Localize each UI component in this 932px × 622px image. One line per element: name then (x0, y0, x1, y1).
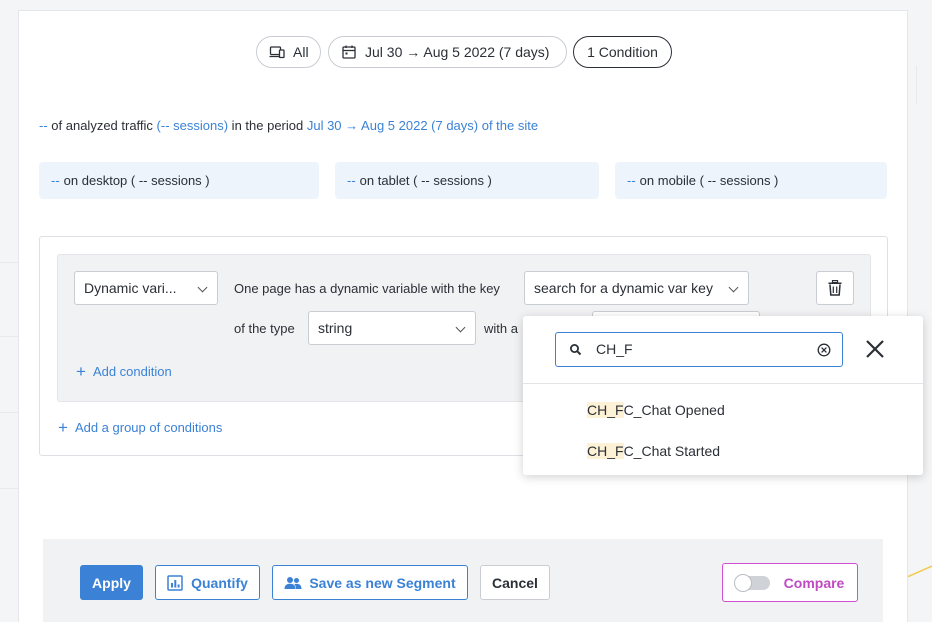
dropdown-divider (523, 383, 923, 384)
quantify-label: Quantify (191, 574, 248, 591)
delete-condition-button[interactable] (816, 271, 854, 305)
mobile-breakdown: -- on mobile ( -- sessions ) (615, 162, 887, 199)
calendar-icon (341, 44, 357, 60)
search-icon (570, 344, 582, 356)
dropdown-search-field[interactable] (555, 332, 843, 367)
background-divider (0, 412, 18, 413)
tablet-value: -- (347, 173, 356, 188)
device-filter-pill[interactable]: All (256, 36, 321, 68)
dropdown-search-input[interactable] (596, 341, 796, 357)
option-match-highlight: CH_F (587, 443, 624, 459)
background-divider (0, 488, 18, 489)
background-divider (0, 336, 18, 337)
plus-icon: + (58, 418, 68, 437)
value-type-select[interactable]: string (308, 311, 476, 345)
tablet-breakdown: -- on tablet ( -- sessions ) (335, 162, 599, 199)
chevron-down-icon (455, 322, 466, 333)
add-condition-label: Add condition (92, 364, 172, 379)
value-type-value: string (318, 320, 353, 336)
apply-button[interactable]: Apply (80, 565, 143, 600)
clear-search-icon[interactable] (817, 343, 831, 357)
traffic-summary: -- of analyzed traffic (-- sessions) in … (39, 118, 538, 133)
apply-label: Apply (92, 574, 131, 591)
action-footer: Apply Quantify Save as new Segment Cance… (43, 539, 883, 622)
add-condition-link[interactable]: + Add condition (76, 363, 172, 380)
compare-label: Compare (783, 574, 845, 591)
condition-type-select[interactable]: Dynamic vari... (74, 271, 218, 305)
devices-icon (269, 44, 285, 60)
condition-sentence: One page has a dynamic variable with the… (234, 281, 500, 296)
background-divider (916, 66, 917, 104)
option-label-rest: C_Chat Opened (623, 402, 725, 418)
background-chart-line (905, 565, 932, 579)
add-group-link[interactable]: + Add a group of conditions (58, 419, 222, 436)
condition-filter-label: 1 Condition (587, 44, 658, 60)
dropdown-option[interactable]: CH_FC_Chat Started (587, 443, 720, 459)
compare-button[interactable]: Compare (722, 563, 858, 602)
summary-text: of analyzed traffic (47, 118, 157, 133)
condition-filter-pill[interactable]: 1 Condition (573, 36, 672, 68)
device-filter-label: All (293, 44, 309, 60)
toggle-knob (733, 573, 752, 592)
option-match-highlight: CH_F (587, 402, 624, 418)
tablet-text: on tablet ( -- sessions ) (359, 173, 492, 188)
dynamic-var-key-dropdown: CH_FC_Chat Opened CH_FC_Chat Started (523, 316, 923, 475)
date-filter-pill[interactable]: Jul 30 → Aug 5 2022 (7 days) (328, 36, 567, 68)
date-filter-label: Jul 30 → Aug 5 2022 (7 days) (365, 44, 550, 60)
option-label-rest: C_Chat Started (623, 443, 721, 459)
cancel-label: Cancel (492, 574, 538, 591)
desktop-value: -- (51, 173, 60, 188)
summary-sessions: (-- sessions) (156, 118, 229, 133)
plus-icon: + (76, 362, 86, 381)
operator-label: with a (484, 321, 518, 336)
close-icon[interactable] (865, 339, 885, 359)
chart-icon (167, 574, 183, 591)
dynamic-var-key-placeholder: search for a dynamic var key (534, 280, 713, 296)
trash-icon (828, 280, 842, 296)
desktop-text: on desktop ( -- sessions ) (63, 173, 210, 188)
condition-type-value: Dynamic vari... (84, 280, 177, 296)
type-label: of the type (234, 321, 295, 336)
background-divider (0, 262, 18, 263)
cancel-button[interactable]: Cancel (480, 565, 550, 600)
chevron-down-icon (728, 282, 739, 293)
users-icon (284, 576, 302, 589)
add-group-label: Add a group of conditions (74, 420, 223, 435)
quantify-button[interactable]: Quantify (155, 565, 260, 600)
summary-value: -- (39, 118, 48, 133)
save-segment-label: Save as new Segment (309, 574, 456, 591)
dynamic-var-key-select[interactable]: search for a dynamic var key (524, 271, 749, 305)
mobile-text: on mobile ( -- sessions ) (639, 173, 779, 188)
save-segment-button[interactable]: Save as new Segment (272, 565, 468, 600)
chevron-down-icon (197, 282, 208, 293)
mobile-value: -- (627, 173, 636, 188)
summary-text: in the period (228, 118, 307, 133)
desktop-breakdown: -- on desktop ( -- sessions ) (39, 162, 319, 199)
compare-toggle[interactable] (733, 573, 770, 592)
dropdown-option[interactable]: CH_FC_Chat Opened (587, 402, 725, 418)
summary-period: Jul 30 → Aug 5 2022 (7 days) of the site (306, 118, 539, 133)
